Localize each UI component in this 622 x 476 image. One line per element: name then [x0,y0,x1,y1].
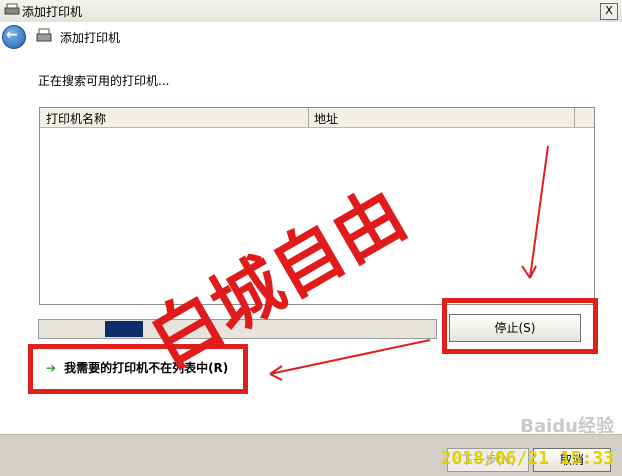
timestamp-overlay: 2018/06/21 15:33 [440,448,614,469]
baidu-watermark: Baidu经验 [520,416,614,437]
